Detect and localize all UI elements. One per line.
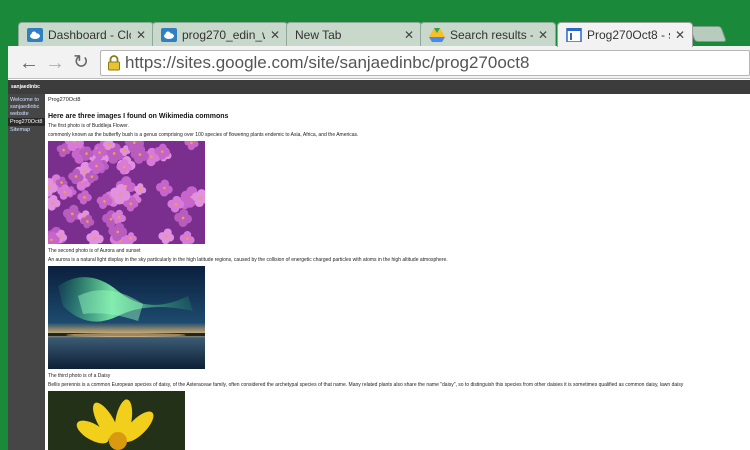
tab-new-tab[interactable]: New Tab ✕	[286, 22, 422, 46]
tab-strip: Dashboard - Clc ✕ prog270_edin_w ✕ New T…	[0, 0, 750, 47]
cloud-icon	[27, 27, 43, 42]
tab-search-results[interactable]: Search results - ✕	[420, 22, 556, 46]
sidebar-item-welcome[interactable]: Welcome to	[8, 96, 45, 104]
site-header[interactable]: sanjaedinbc	[8, 80, 750, 94]
close-icon[interactable]: ✕	[135, 28, 147, 42]
window-frame-left	[0, 0, 8, 450]
aurora-sunset-image[interactable]	[48, 266, 205, 369]
photo2-description: An aurora is a natural light display in …	[48, 257, 448, 263]
sidebar-item-prog270oct8[interactable]: Prog270Oct8	[8, 118, 45, 126]
daisy-image[interactable]	[48, 391, 185, 450]
forward-button[interactable]: →	[44, 52, 66, 74]
tab-label: New Tab	[295, 27, 342, 42]
reload-button[interactable]: ↻	[70, 52, 92, 74]
photo1-description: commonly known as the butterfly bush is …	[48, 132, 359, 138]
tab-label: prog270_edin_w	[182, 27, 265, 42]
sidebar-item-welcome-2[interactable]: sanjaedinbc	[8, 104, 45, 111]
sidebar-item-sitemap[interactable]: Sitemap	[8, 126, 45, 134]
site-sidebar: Welcome to sanjaedinbc website Prog270Oc…	[8, 94, 45, 450]
browser-toolbar: ← → ↻	[8, 46, 750, 79]
photo3-caption: The third photo is of a Daisy	[48, 373, 111, 379]
photo3-description: Bellis perennis is a common European spe…	[48, 382, 684, 388]
google-sites-icon	[566, 28, 582, 42]
new-tab-button[interactable]	[689, 26, 727, 42]
cloud-icon	[161, 27, 177, 42]
address-bar[interactable]	[100, 50, 750, 76]
photo1-caption: The first photo is of Buddleja Flower.	[48, 123, 129, 129]
tab-label: Prog270Oct8 - s	[587, 28, 670, 42]
page-content: Prog270Oct8 Here are three images I foun…	[48, 94, 750, 450]
close-icon[interactable]: ✕	[674, 28, 686, 42]
tab-label: Search results -	[450, 27, 533, 42]
sidebar-item-welcome-3[interactable]: website	[8, 111, 45, 118]
breadcrumb[interactable]: Prog270Oct8	[48, 97, 750, 103]
back-button[interactable]: ←	[18, 52, 40, 74]
tab-prog270-edin[interactable]: prog270_edin_w ✕	[152, 22, 288, 46]
web-page: sanjaedinbc Welcome to sanjaedinbc websi…	[8, 80, 750, 450]
close-icon[interactable]: ✕	[403, 28, 415, 42]
tab-label: Dashboard - Clc	[48, 27, 131, 42]
buddleja-flower-image[interactable]	[48, 141, 205, 244]
google-drive-icon	[429, 27, 445, 42]
photo2-caption: The second photo is of Aurora and sunset	[48, 248, 141, 254]
page-heading: Here are three images I found on Wikimed…	[48, 113, 229, 120]
close-icon[interactable]: ✕	[537, 28, 549, 42]
close-icon[interactable]: ✕	[269, 28, 281, 42]
tab-prog270oct8[interactable]: Prog270Oct8 - s ✕	[557, 22, 693, 47]
url-input[interactable]	[125, 53, 725, 73]
lock-icon[interactable]	[103, 55, 125, 71]
tab-dashboard[interactable]: Dashboard - Clc ✕	[18, 22, 154, 46]
